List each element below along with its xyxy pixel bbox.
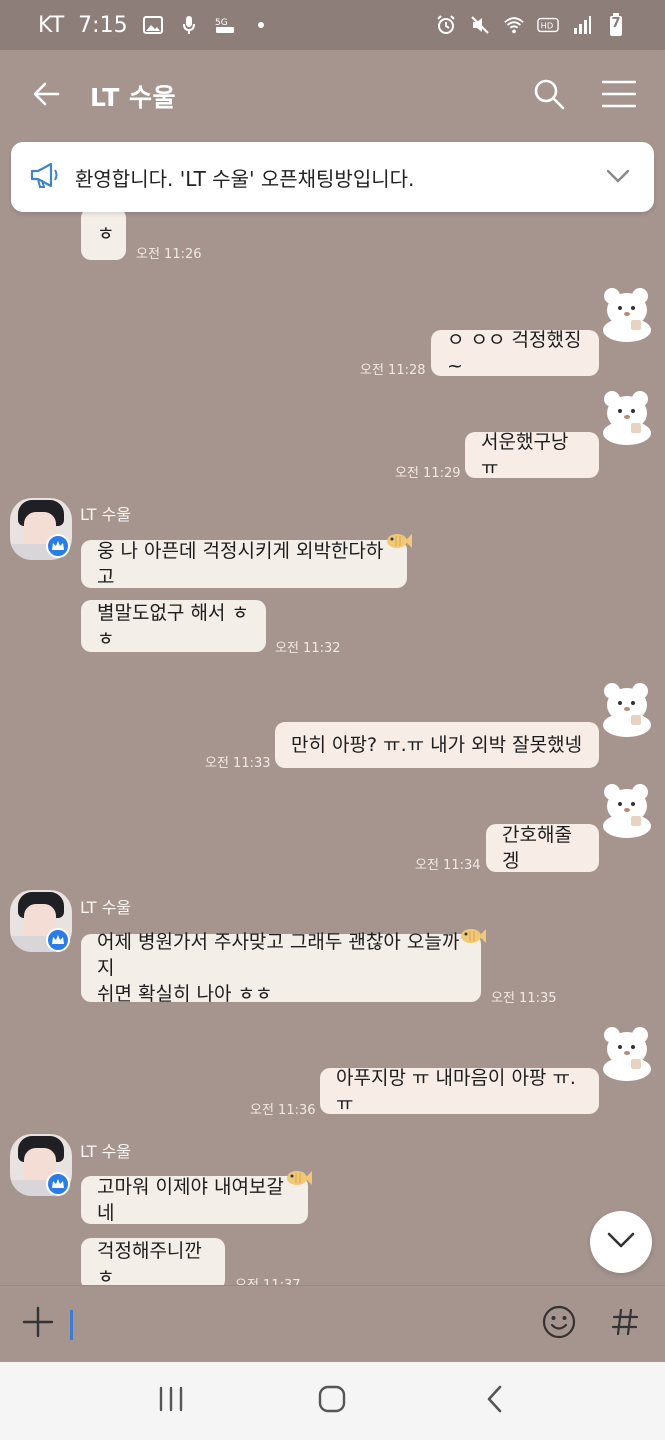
message-time: 오전 11:28 bbox=[360, 363, 426, 378]
mic-icon bbox=[178, 14, 200, 36]
message-text: 고마워 이제야 내여보갈네 bbox=[97, 1176, 284, 1224]
alarm-icon bbox=[435, 14, 457, 36]
megaphone-icon bbox=[29, 161, 61, 193]
expand-notice-button[interactable] bbox=[600, 159, 636, 195]
crown-icon bbox=[46, 928, 70, 952]
status-bar: KT 7:15 5G HD 7 bbox=[0, 0, 665, 50]
message-bubble-incoming[interactable]: 어제 병원가서 주사맞고 그래두 괜찮아 오늘까지 쉬면 확실히 나아 ㅎㅎ bbox=[81, 931, 481, 1005]
message-bubble-incoming[interactable]: ㅎ bbox=[81, 208, 126, 260]
menu-button[interactable] bbox=[599, 76, 639, 116]
attach-button[interactable] bbox=[20, 1306, 56, 1342]
bear-sticker-icon bbox=[600, 679, 652, 737]
message-text: 걱정해주니깐ㅎ bbox=[97, 1240, 202, 1285]
nav-home-button[interactable] bbox=[312, 1381, 352, 1421]
notice-banner[interactable]: 환영합니다. 'LT 수울' 오픈채팅방입니다. bbox=[11, 142, 654, 212]
arrow-left-icon bbox=[31, 79, 61, 113]
message-text: 만히 아팡? ㅠ.ㅠ 내가 외박 잘못했넹 bbox=[291, 734, 583, 756]
message-time: 오전 11:36 bbox=[250, 1103, 316, 1118]
message-text: 간호해줄겡 bbox=[502, 824, 572, 872]
message-text-line2: 쉬면 확실히 나아 ㅎㅎ bbox=[97, 983, 273, 1005]
message-time: 오전 11:33 bbox=[205, 756, 271, 771]
clock-label: 7:15 bbox=[78, 12, 128, 38]
fish-icon bbox=[386, 532, 412, 550]
message-time: 오전 11:37 bbox=[235, 1274, 301, 1285]
message-bubble-outgoing[interactable]: 만히 아팡? ㅠ.ㅠ 내가 외박 잘못했넹 bbox=[275, 722, 599, 768]
message-time: 오전 11:29 bbox=[395, 466, 461, 481]
home-icon bbox=[317, 1384, 347, 1418]
message-time: 오전 11:34 bbox=[415, 858, 481, 873]
message-text: 웅 나 아픈데 걱정시키게 외박한다하고 bbox=[97, 540, 384, 588]
nav-back-icon bbox=[485, 1384, 503, 1418]
bear-sticker-icon bbox=[600, 1023, 652, 1081]
message-bubble-outgoing[interactable]: ㅇ ㅇㅇ 걱정했징 ~ bbox=[431, 329, 599, 377]
back-button[interactable] bbox=[26, 76, 66, 116]
message-bubble-outgoing[interactable]: 간호해줄겡 bbox=[486, 824, 599, 872]
chat-header: LT 수울 bbox=[0, 50, 665, 142]
hash-icon bbox=[610, 1307, 640, 1341]
mute-icon bbox=[469, 14, 491, 36]
message-bubble-outgoing[interactable]: 서운했구낭 ㅠ bbox=[465, 431, 599, 479]
svg-text:5G: 5G bbox=[215, 18, 228, 28]
message-text: ㅇ ㅇㅇ 걱정했징 ~ bbox=[447, 329, 582, 377]
chat-area[interactable]: ㅎ 오전 11:26 ㅇ ㅇㅇ 걱정했징 ~ 오전 11:28 서운했구낭 ㅠ … bbox=[0, 142, 665, 1285]
sender-name: LT 수울 bbox=[80, 505, 132, 524]
crown-icon bbox=[46, 1172, 70, 1196]
message-input[interactable] bbox=[70, 1304, 539, 1344]
hashtag-button[interactable] bbox=[605, 1304, 645, 1344]
fish-icon bbox=[286, 1169, 312, 1187]
bear-sticker-icon bbox=[600, 387, 652, 445]
message-bubble-incoming[interactable]: 별말도없구 해서 ㅎㅎ bbox=[81, 600, 266, 652]
chat-title: LT 수울 bbox=[90, 83, 177, 112]
dot-icon bbox=[250, 14, 272, 36]
recents-icon bbox=[157, 1386, 185, 1416]
notice-text: 환영합니다. 'LT 수울' 오픈채팅방입니다. bbox=[75, 166, 415, 191]
emoji-button[interactable] bbox=[539, 1304, 579, 1344]
message-input-bar bbox=[0, 1285, 665, 1362]
hd-icon: HD bbox=[537, 14, 559, 36]
message-bubble-incoming[interactable]: 웅 나 아픈데 걱정시키게 외박한다하고 bbox=[81, 540, 407, 588]
message-time: 오전 11:26 bbox=[136, 247, 202, 262]
battery-level: 7 bbox=[611, 16, 621, 31]
message-text: ㅎ bbox=[97, 223, 115, 245]
wifi-icon bbox=[503, 14, 525, 36]
message-bubble-incoming[interactable]: 걱정해주니깐ㅎ bbox=[81, 1238, 225, 1285]
system-nav-bar bbox=[0, 1362, 665, 1440]
search-button[interactable] bbox=[529, 76, 569, 116]
text-cursor bbox=[70, 1310, 73, 1340]
chevron-down-icon bbox=[606, 168, 630, 187]
message-bubble-outgoing[interactable]: 아푸지망 ㅠ 내마음이 아팡 ㅠ.ㅠ bbox=[320, 1067, 599, 1115]
sender-name: LT 수울 bbox=[80, 1142, 132, 1161]
search-icon bbox=[533, 78, 565, 114]
emoji-icon bbox=[541, 1304, 577, 1344]
fish-icon bbox=[460, 927, 486, 945]
bear-sticker-icon bbox=[600, 780, 652, 838]
bear-sticker-icon bbox=[600, 284, 652, 342]
chevron-down-icon bbox=[607, 1232, 635, 1252]
message-text: 서운했구낭 ㅠ bbox=[481, 431, 569, 479]
message-bubble-incoming[interactable]: 고마워 이제야 내여보갈네 bbox=[81, 1176, 308, 1224]
message-text: 별말도없구 해서 ㅎㅎ bbox=[97, 602, 249, 650]
crown-icon bbox=[46, 534, 70, 558]
scroll-to-bottom-button[interactable] bbox=[590, 1211, 652, 1273]
message-time: 오전 11:35 bbox=[491, 991, 557, 1006]
message-text-line1: 어제 병원가서 주사맞고 그래두 괜찮아 오늘까지 bbox=[97, 931, 460, 979]
nav-back-button[interactable] bbox=[474, 1381, 514, 1421]
nav-recents-button[interactable] bbox=[151, 1381, 191, 1421]
message-time: 오전 11:32 bbox=[275, 641, 341, 656]
plus-icon bbox=[22, 1306, 54, 1342]
menu-icon bbox=[601, 80, 637, 112]
carrier-label: KT bbox=[38, 12, 65, 38]
battery-icon: 7 bbox=[605, 13, 627, 36]
message-text: 아푸지망 ㅠ 내마음이 아팡 ㅠ.ㅠ bbox=[336, 1067, 576, 1115]
5g-icon: 5G bbox=[214, 14, 236, 36]
svg-text:HD: HD bbox=[541, 21, 554, 31]
sender-name: LT 수울 bbox=[80, 898, 132, 917]
gallery-icon bbox=[142, 14, 164, 36]
signal-icon bbox=[571, 14, 593, 36]
